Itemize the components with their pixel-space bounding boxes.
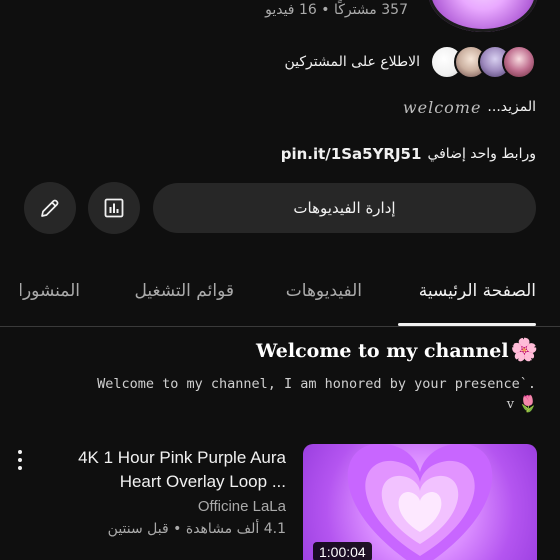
channel-avatar[interactable] xyxy=(428,0,538,32)
subscriber-avatars xyxy=(430,45,536,79)
video-thumbnail[interactable]: 1:00:04 xyxy=(303,444,537,560)
flower-emoji: 🌸 xyxy=(510,338,538,363)
tab-playlists[interactable]: قوائم التشغيل xyxy=(135,281,235,301)
video-channel-name[interactable]: Officine LaLa xyxy=(198,498,286,515)
analytics-button[interactable] xyxy=(88,182,140,234)
channel-link[interactable]: pin.it/1Sa5YRJ51 xyxy=(281,145,422,163)
decoration-text: v xyxy=(506,396,515,412)
tab-videos[interactable]: الفيديوهات xyxy=(286,281,362,301)
tulip-emoji: 🌷 xyxy=(518,394,538,413)
subscribers-row[interactable]: الاطلاع على المشتركين xyxy=(284,44,536,80)
view-subscribers-link[interactable]: الاطلاع على المشتركين xyxy=(284,54,420,70)
video-meta: 4.1 ألف مشاهدة • قبل سنتين xyxy=(107,521,286,537)
edit-channel-button[interactable] xyxy=(24,182,76,234)
more-links-label[interactable]: ورابط واحد إضافي xyxy=(427,146,536,162)
video-title[interactable]: 4K 1 Hour Pink Purple Aura Heart Overlay… xyxy=(36,446,286,494)
video-duration: 1:00:04 xyxy=(313,542,372,560)
description-text: welcome xyxy=(402,97,482,117)
tabs-divider xyxy=(0,326,560,327)
channel-tabs: الصفحة الرئيسية الفيديوهات قوائم التشغيل… xyxy=(0,265,560,327)
more-vertical-icon[interactable] xyxy=(12,448,28,472)
description-row[interactable]: المزيد... welcome xyxy=(403,94,536,120)
avatar xyxy=(502,45,536,79)
tab-posts[interactable]: المنشورات xyxy=(20,281,80,301)
channel-stats: 357 مشتركًا • 16 فيديو xyxy=(265,2,408,18)
pencil-icon xyxy=(41,199,59,217)
welcome-subtitle: Welcome to my channel, I am honored by y… xyxy=(97,376,536,392)
welcome-title: Welcome to my channel xyxy=(255,340,509,362)
welcome-heading: Welcome to my channel 🌸 xyxy=(255,338,538,363)
manage-videos-button[interactable]: إدارة الفيديوهات xyxy=(153,183,536,233)
welcome-decoration: v 🌷 xyxy=(507,396,538,412)
more-link[interactable]: المزيد... xyxy=(487,99,536,115)
tab-home[interactable]: الصفحة الرئيسية xyxy=(419,281,536,301)
manage-videos-label: إدارة الفيديوهات xyxy=(293,199,396,217)
bar-chart-icon xyxy=(104,198,124,218)
channel-links[interactable]: pin.it/1Sa5YRJ51 ورابط واحد إضافي xyxy=(281,141,536,167)
